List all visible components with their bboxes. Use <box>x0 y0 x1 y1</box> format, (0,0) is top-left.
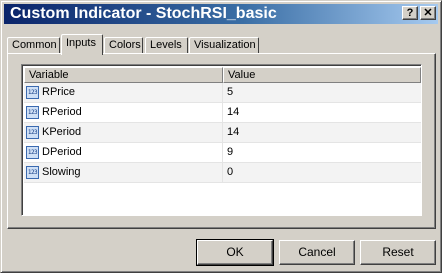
input-row-rperiod[interactable]: 123 RPeriod 14 <box>24 103 421 123</box>
variable-name: DPeriod <box>42 146 82 158</box>
variable-value[interactable]: 9 <box>227 143 417 162</box>
variable-name: Slowing <box>42 166 81 178</box>
cancel-button[interactable]: Cancel <box>279 240 355 265</box>
integer-type-icon: 123 <box>26 166 39 179</box>
input-row-slowing[interactable]: 123 Slowing 0 <box>24 163 421 183</box>
column-divider <box>222 103 223 122</box>
help-button[interactable]: ? <box>402 6 418 20</box>
variable-name: RPrice <box>42 86 76 98</box>
variable-name: RPeriod <box>42 106 82 118</box>
dialog-window: Custom Indicator - StochRSI_basic ? ✕ Co… <box>0 0 442 273</box>
variable-value[interactable]: 5 <box>227 83 417 102</box>
window-title: Custom Indicator - StochRSI_basic <box>10 5 277 22</box>
grid-header: Variable Value <box>24 67 421 83</box>
title-bar[interactable]: Custom Indicator - StochRSI_basic ? ✕ <box>4 4 438 24</box>
column-divider <box>222 163 223 182</box>
column-divider <box>222 123 223 142</box>
input-row-rprice[interactable]: 123 RPrice 5 <box>24 83 421 103</box>
variable-value[interactable]: 14 <box>227 123 417 142</box>
integer-type-icon: 123 <box>26 146 39 159</box>
input-row-kperiod[interactable]: 123 KPeriod 14 <box>24 123 421 143</box>
inputs-grid: Variable Value 123 RPrice 5 123 RPeriod … <box>21 64 422 216</box>
column-header-value[interactable]: Value <box>223 67 421 83</box>
variable-value[interactable]: 14 <box>227 103 417 122</box>
integer-type-icon: 123 <box>26 86 39 99</box>
ok-button[interactable]: OK <box>196 239 274 266</box>
input-row-dperiod[interactable]: 123 DPeriod 9 <box>24 143 421 163</box>
column-header-variable[interactable]: Variable <box>24 67 223 83</box>
column-divider <box>222 143 223 162</box>
integer-type-icon: 123 <box>26 126 39 139</box>
tab-inputs[interactable]: Inputs <box>61 34 103 55</box>
column-divider <box>222 83 223 102</box>
inputs-panel: Variable Value 123 RPrice 5 123 RPeriod … <box>7 53 436 229</box>
variable-value[interactable]: 0 <box>227 163 417 182</box>
close-button[interactable]: ✕ <box>420 6 436 20</box>
reset-button[interactable]: Reset <box>360 240 436 265</box>
variable-name: KPeriod <box>42 126 82 138</box>
integer-type-icon: 123 <box>26 106 39 119</box>
